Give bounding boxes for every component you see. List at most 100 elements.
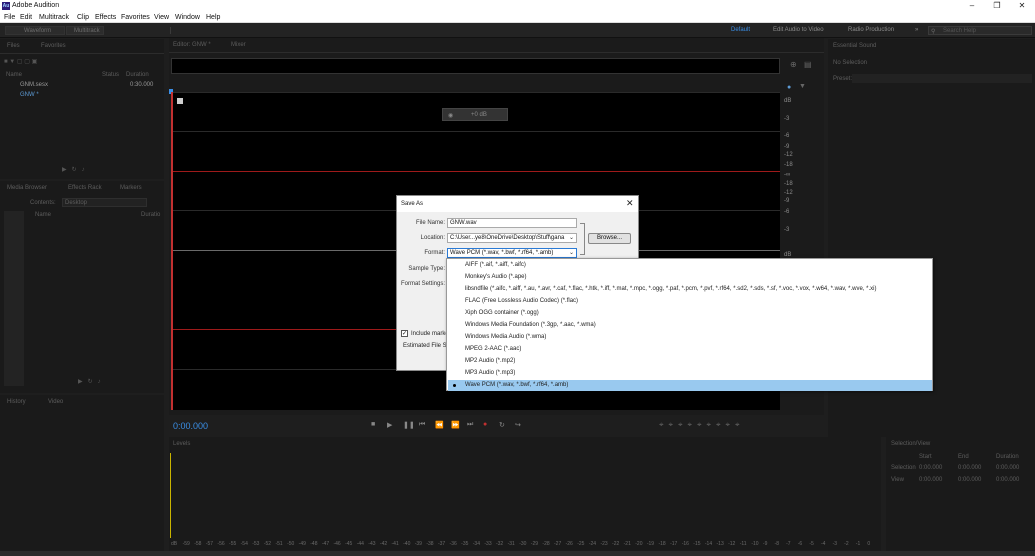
- option-label: Monkey's Audio (*.ape): [465, 274, 527, 280]
- channel-toggle-icon[interactable]: [177, 98, 183, 104]
- skip-back-icon[interactable]: ⏮: [419, 421, 425, 429]
- tab-files[interactable]: Files: [7, 43, 20, 49]
- menu-favorites[interactable]: Favorites: [121, 14, 150, 21]
- location-dropdown[interactable]: C:\User...ye8\OneDrive\Desktop\Stuff\gan…: [447, 233, 577, 243]
- column-duration[interactable]: Duration: [126, 72, 149, 78]
- media-playback-icons[interactable]: ▶ ↻ ♪: [78, 378, 128, 385]
- record-icon[interactable]: ●: [483, 421, 487, 428]
- filter-icon[interactable]: ▼: [799, 83, 806, 90]
- column-duration[interactable]: Duratio: [141, 212, 160, 218]
- browse-button[interactable]: Browse...: [588, 233, 631, 244]
- format-option-mp2[interactable]: MP2 Audio (*.mp2): [448, 356, 932, 367]
- contents-dropdown[interactable]: Desktop: [62, 198, 147, 207]
- column-start: Start: [919, 454, 932, 460]
- tab-essential-sound[interactable]: Essential Sound: [833, 43, 876, 49]
- menu-clip[interactable]: Clip: [77, 14, 89, 21]
- option-label: Windows Media Audio (*.wma): [465, 334, 547, 340]
- menu-multitrack[interactable]: Multitrack: [39, 14, 69, 21]
- format-option-wma[interactable]: Windows Media Audio (*.wma): [448, 332, 932, 343]
- search-help-input[interactable]: ⚲ Search Help: [928, 26, 1032, 35]
- tab-video[interactable]: Video: [48, 399, 63, 405]
- column-name[interactable]: Name: [6, 72, 22, 78]
- menu-edit[interactable]: Edit: [20, 14, 32, 21]
- levels-tick: -28: [542, 541, 550, 547]
- workspace-default[interactable]: Default: [731, 27, 750, 33]
- tab-editor[interactable]: Editor: GNW *: [173, 42, 211, 48]
- files-playback-icons[interactable]: ▶ ↻ ♪: [62, 166, 112, 173]
- tab-favorites[interactable]: Favorites: [41, 43, 66, 49]
- view-duration[interactable]: 0:00.000: [996, 477, 1019, 483]
- zoom-icon[interactable]: ⊕: [790, 60, 797, 69]
- levels-tick: -5: [809, 541, 814, 547]
- skip-icon[interactable]: ↪: [515, 421, 521, 429]
- preset-dropdown[interactable]: [852, 74, 1032, 83]
- menu-window[interactable]: Window: [175, 14, 200, 21]
- file-row[interactable]: GNM.sesx: [20, 82, 48, 88]
- menu-file[interactable]: File: [4, 14, 15, 21]
- waveform-overview[interactable]: [171, 58, 780, 74]
- row-label: Selection: [891, 465, 916, 471]
- file-row[interactable]: GNW *: [20, 92, 39, 98]
- format-option-monkeys-audio[interactable]: Monkey's Audio (*.ape): [448, 272, 932, 283]
- stop-icon[interactable]: ■: [371, 421, 375, 428]
- menu-view[interactable]: View: [154, 14, 169, 21]
- zoom-tools-icon[interactable]: ⌖⌖⌖⌖⌖⌖⌖⌖⌖: [659, 420, 745, 430]
- format-option-ogg[interactable]: Xiph OGG container (*.ogg): [448, 308, 932, 319]
- minimize-icon[interactable]: –: [962, 1, 982, 11]
- format-option-mp3[interactable]: MP3 Audio (*.mp3): [448, 368, 932, 379]
- tab-effects-rack[interactable]: Effects Rack: [68, 185, 102, 191]
- loop-icon[interactable]: ↻: [499, 421, 505, 429]
- menu-effects[interactable]: Effects: [95, 14, 116, 21]
- pause-icon[interactable]: ❚❚: [403, 421, 415, 429]
- skip-forward-icon[interactable]: ⏭: [467, 421, 473, 429]
- tab-markers[interactable]: Markers: [120, 185, 142, 191]
- file-name-input[interactable]: GNW.wav: [447, 218, 577, 228]
- format-option-aiff[interactable]: AIFF (*.aif, *.aiff, *.aifc): [448, 260, 932, 271]
- selection-end[interactable]: 0:00.000: [958, 465, 981, 471]
- column-name[interactable]: Name: [35, 212, 51, 218]
- chevron-down-icon[interactable]: ⌄: [569, 234, 574, 241]
- files-toolbar-icons[interactable]: ■ ▼ ▢ ▢ ▣: [4, 58, 114, 65]
- levels-tick: -44: [356, 541, 364, 547]
- hud-volume-value: +0 dB: [471, 112, 487, 118]
- close-icon[interactable]: ✕: [1012, 1, 1032, 11]
- menu-help[interactable]: Help: [206, 14, 220, 21]
- panel-menu-icon[interactable]: ▤: [804, 60, 812, 69]
- selection-duration[interactable]: 0:00.000: [996, 465, 1019, 471]
- headphones-icon[interactable]: ●: [787, 84, 791, 91]
- levels-tick: -58: [194, 541, 202, 547]
- fast-forward-icon[interactable]: ⏩: [451, 421, 460, 429]
- format-option-libsndfile[interactable]: libsndfile (*.aifc, *.aiff, *.au, *.avr,…: [448, 284, 932, 295]
- tool-icons[interactable]: [170, 27, 280, 34]
- format-option-wmf[interactable]: Windows Media Foundation (*.3gp, *.aac, …: [448, 320, 932, 331]
- maximize-icon[interactable]: ❐: [987, 1, 1007, 11]
- drives-list[interactable]: [4, 211, 24, 386]
- workspace-radio-production[interactable]: Radio Production: [848, 27, 894, 33]
- format-option-wave-pcm[interactable]: Wave PCM (*.wav, *.bwf, *.rf64, *.amb): [448, 380, 932, 391]
- chevron-down-icon[interactable]: ⌄: [569, 249, 574, 256]
- more-workspaces-icon[interactable]: »: [915, 27, 918, 33]
- play-icon[interactable]: ▶: [387, 421, 392, 429]
- waveform-button[interactable]: Waveform: [5, 26, 65, 35]
- format-dropdown[interactable]: Wave PCM (*.wav, *.bwf, *.rf64, *.amb): [447, 248, 577, 258]
- multitrack-button[interactable]: Multitrack: [66, 26, 104, 35]
- levels-tick: -35: [461, 541, 469, 547]
- tab-history[interactable]: History: [7, 399, 26, 405]
- tab-media-browser[interactable]: Media Browser: [7, 185, 47, 191]
- column-status[interactable]: Status: [102, 72, 119, 78]
- levels-tick: -43: [368, 541, 376, 547]
- tab-selection-view[interactable]: Selection/View: [891, 441, 930, 447]
- hud-volume[interactable]: ◉ +0 dB: [442, 108, 508, 121]
- view-start[interactable]: 0:00.000: [919, 477, 942, 483]
- selection-start[interactable]: 0:00.000: [919, 465, 942, 471]
- levels-tick: -10: [751, 541, 759, 547]
- rewind-icon[interactable]: ⏪: [435, 421, 444, 429]
- view-end[interactable]: 0:00.000: [958, 477, 981, 483]
- tab-mixer[interactable]: Mixer: [231, 42, 246, 48]
- include-markers-checkbox[interactable]: ✓: [401, 330, 408, 337]
- dialog-close-icon[interactable]: ✕: [626, 198, 634, 209]
- format-option-aac[interactable]: MPEG 2-AAC (*.aac): [448, 344, 932, 355]
- workspace-edit-audio-to-video[interactable]: Edit Audio to Video: [773, 27, 824, 33]
- tab-levels[interactable]: Levels: [173, 441, 190, 447]
- format-option-flac[interactable]: FLAC (Free Lossless Audio Codec) (*.flac…: [448, 296, 932, 307]
